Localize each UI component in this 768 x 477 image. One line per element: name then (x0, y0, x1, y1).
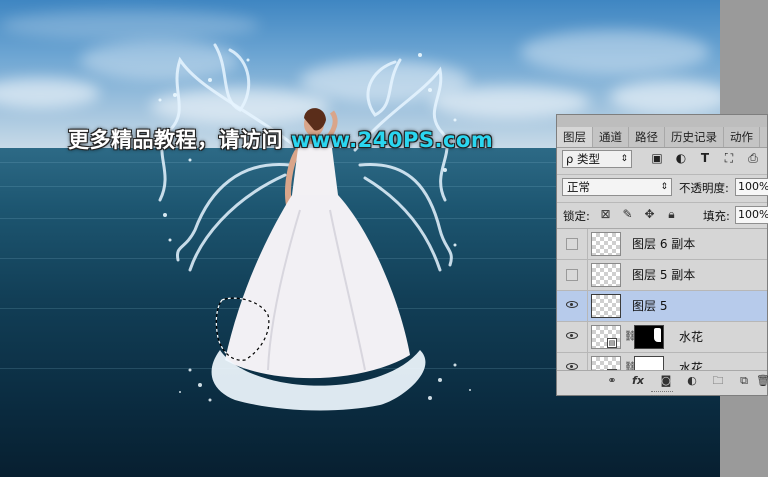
new-layer-icon[interactable]: ⧉ (737, 374, 751, 388)
blend-opacity-row: 正常 ⇕ 不透明度: 100% (557, 174, 768, 199)
tab-paths[interactable]: 路径 (629, 127, 665, 147)
layer-row[interactable]: 图层 5 副本 (557, 260, 767, 291)
lock-transparency-icon[interactable]: ⊠ (599, 208, 612, 221)
layer-row[interactable]: ▤ ⛓ 水花 (557, 322, 767, 353)
eye-icon (566, 363, 578, 370)
visibility-toggle[interactable] (557, 291, 588, 321)
adjustment-layer-icon[interactable]: ◐ (685, 374, 699, 388)
layer-name: 图层 5 (632, 299, 668, 313)
eye-icon (566, 332, 578, 339)
smart-object-icon: ▤ (607, 338, 617, 348)
layer-row[interactable]: ▤ ⛓ 水花 (557, 353, 767, 371)
fill-label: 填充: (703, 209, 730, 223)
add-mask-icon[interactable]: ◙ (659, 374, 673, 388)
tab-channels[interactable]: 通道 (593, 127, 629, 147)
layers-list: 图层 6 副本 图层 5 副本 图层 5 ▤ ⛓ 水花 ⛓ 水花 (557, 228, 767, 371)
type-filter-icon[interactable]: T (698, 151, 712, 165)
filter-kind-select[interactable]: ρ 类型 ⇕ (562, 150, 632, 168)
layer-thumbnail: ▤ (591, 356, 621, 371)
tab-actions[interactable]: 动作 (724, 127, 760, 147)
adjustment-filter-icon[interactable]: ◐ (674, 151, 688, 165)
layer-name: 水花 (679, 330, 704, 344)
blend-mode-value: 正常 (567, 180, 590, 194)
fx-layer-style-icon[interactable]: fx (631, 374, 645, 388)
updown-arrow-icon: ⇕ (660, 182, 668, 192)
watermark-text: 更多精品教程，请访问 www.240PS.com (68, 124, 493, 154)
visibility-toggle[interactable] (557, 229, 588, 259)
layer-filter-row: ρ 类型 ⇕ ▣ ◐ T ⛶ ⎙ (557, 148, 767, 172)
layer-thumbnail (591, 263, 621, 287)
hidden-visibility-box (566, 269, 578, 281)
lock-fill-row: 锁定: ⊠ ✎ ✥ 🔒︎ 填充: 100% (557, 202, 768, 227)
panel-resize-grip[interactable] (651, 391, 673, 396)
mask-white-shape (654, 328, 661, 342)
shape-filter-icon[interactable]: ⛶ (722, 151, 736, 165)
new-group-folder-icon[interactable]: 🗀︎ (711, 374, 725, 388)
layer-name: 图层 5 副本 (632, 268, 696, 282)
link-layers-icon[interactable]: ⚭ (605, 374, 619, 388)
layer-mask-thumbnail[interactable] (634, 325, 664, 349)
opacity-label: 不透明度: (679, 181, 729, 195)
fill-field[interactable]: 100% (735, 206, 768, 224)
visibility-toggle[interactable] (557, 322, 588, 352)
opacity-field[interactable]: 100% (735, 178, 768, 196)
delete-layer-icon[interactable]: 🗑︎ (756, 374, 768, 388)
tab-history[interactable]: 历史记录 (665, 127, 724, 147)
lock-brush-icon[interactable]: ✎ (621, 208, 634, 221)
layer-thumbnail: ▤ (591, 325, 621, 349)
lock-all-icon[interactable]: 🔒︎ (665, 208, 678, 221)
layer-thumbnail (591, 294, 621, 318)
tab-layers[interactable]: 图层 (557, 127, 593, 147)
pixel-filter-icon[interactable]: ▣ (650, 151, 664, 165)
blend-mode-select[interactable]: 正常 ⇕ (562, 178, 672, 196)
panel-footer-toolbar: ⚭ fx ◙ ◐ 🗀︎ ⧉ 🗑︎ (557, 370, 768, 391)
eye-icon (566, 301, 578, 308)
lock-label: 锁定: (563, 209, 590, 223)
lock-position-icon[interactable]: ✥ (643, 208, 656, 221)
filter-kind-label: ρ 类型 (566, 152, 600, 166)
watermark-prefix: 更多精品教程，请访问 (68, 128, 291, 152)
visibility-toggle[interactable] (557, 260, 588, 290)
layer-thumbnail (591, 232, 621, 256)
layer-row-selected[interactable]: 图层 5 (557, 291, 767, 322)
panel-tabs: 图层 通道 路径 历史记录 动作 (557, 127, 767, 148)
hidden-visibility-box (566, 238, 578, 250)
layer-mask-thumbnail[interactable] (634, 356, 664, 371)
visibility-toggle[interactable] (557, 353, 588, 371)
fill-value: 100% (738, 208, 768, 221)
watermark-url: www.240PS.com (290, 128, 494, 152)
smart-object-filter-icon[interactable]: ⎙ (746, 151, 760, 165)
updown-arrow-icon: ⇕ (620, 154, 628, 164)
layer-name: 水花 (679, 361, 704, 371)
layer-name: 图层 6 副本 (632, 237, 696, 251)
layer-row[interactable]: 图层 6 副本 (557, 229, 767, 260)
opacity-value: 100% (738, 180, 768, 193)
layers-panel: 图层 通道 路径 历史记录 动作 ρ 类型 ⇕ ▣ ◐ T ⛶ ⎙ 正常 ⇕ 不… (556, 114, 768, 396)
